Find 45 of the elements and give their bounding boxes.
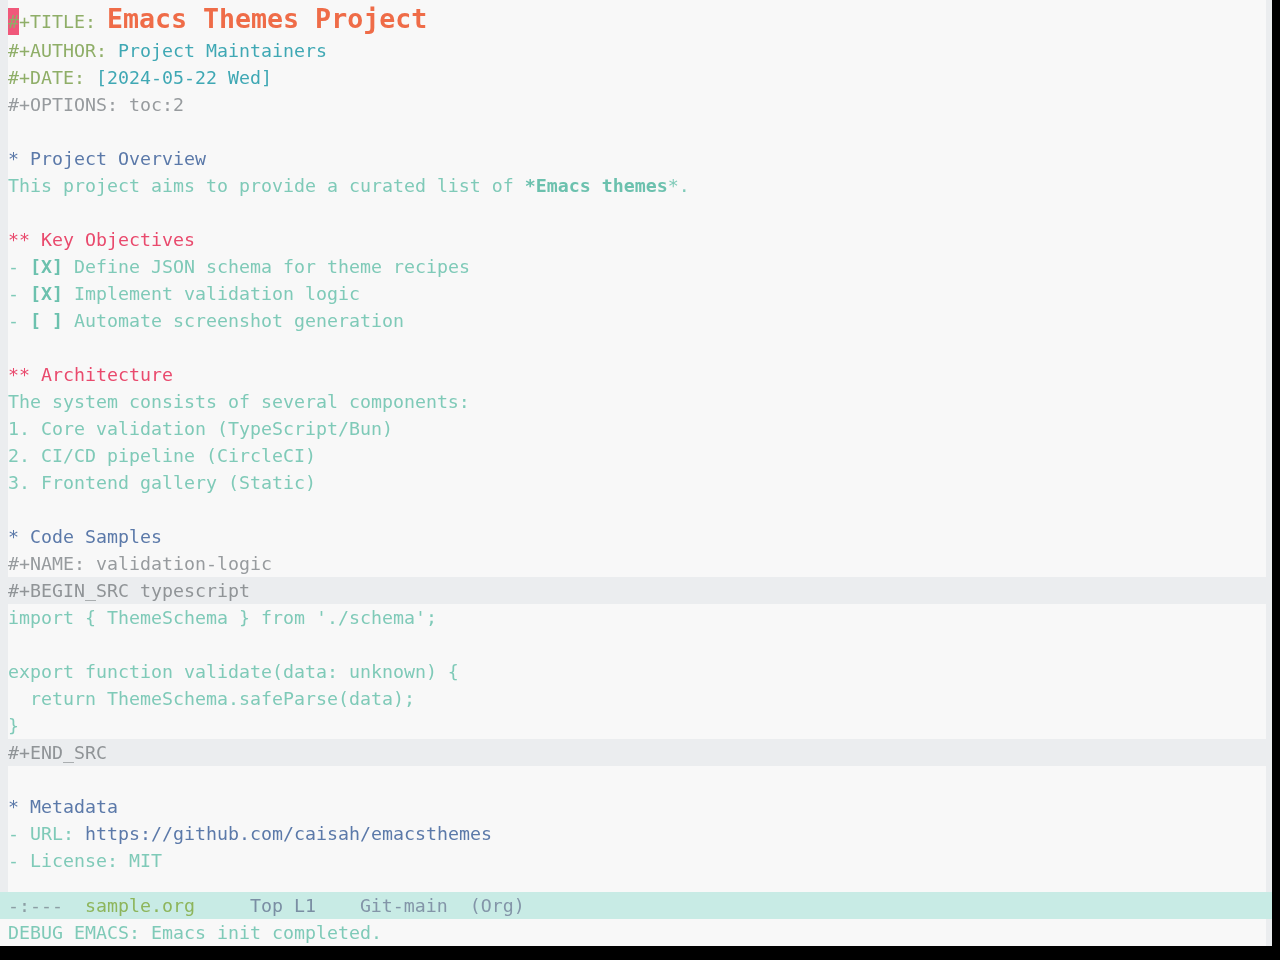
code-text: import { ThemeSchema } from './schema'; export function validate(data: unknown) { return ThemeSchema.safeParse(data); } bbox=[8, 607, 459, 736]
list-bullet: - bbox=[8, 850, 19, 871]
paragraph-text: This project aims to provide a curated list of *Emacs themes*. bbox=[8, 175, 690, 196]
block-delimiter: #+BEGIN_SRC typescript bbox=[8, 580, 250, 601]
heading: * Metadata bbox=[8, 796, 118, 817]
keyword-label: #+AUTHOR: bbox=[8, 39, 107, 63]
list-item-text: Core validation (TypeScript/Bun) bbox=[41, 418, 393, 439]
keyword-label: #+OPTIONS: bbox=[8, 93, 118, 117]
list-bullet: - bbox=[8, 256, 19, 277]
heading: ** Key Objectives bbox=[8, 229, 195, 250]
field-label: URL: bbox=[30, 823, 74, 844]
list-item-text: CI/CD pipeline (CircleCI) bbox=[41, 445, 316, 466]
keyword-value: Project Maintainers bbox=[118, 40, 327, 61]
heading: ** Architecture bbox=[8, 364, 173, 385]
list-item-text: Frontend gallery (Static) bbox=[41, 472, 316, 493]
meta-line: #+NAME: validation-logic bbox=[8, 553, 272, 574]
block-delimiter: #+END_SRC bbox=[8, 742, 107, 763]
list-bullet: - bbox=[8, 310, 19, 331]
check-marker: [ ] bbox=[30, 310, 63, 331]
list-bullet: - bbox=[8, 823, 19, 844]
list-item-text: Define JSON schema for theme recipes bbox=[74, 256, 470, 277]
list-item-text: Implement validation logic bbox=[74, 283, 360, 304]
git-branch: Git-main bbox=[359, 895, 448, 916]
keyword-value: toc:2 bbox=[128, 94, 184, 115]
heading: * Project Overview bbox=[8, 148, 206, 169]
heading: * Code Samples bbox=[8, 526, 162, 547]
modified-status: -:--- bbox=[8, 895, 63, 916]
keyword-value: [2024-05-22 Wed] bbox=[96, 67, 272, 88]
list-item-text: License: MIT bbox=[30, 850, 162, 871]
window-fringe bbox=[1266, 919, 1272, 946]
list-number: 1. bbox=[8, 418, 30, 439]
list-number: 3. bbox=[8, 472, 30, 493]
check-marker: [X] bbox=[30, 256, 63, 277]
check-marker: [X] bbox=[30, 283, 63, 304]
document-title: Emacs Themes Project bbox=[107, 3, 428, 34]
paragraph-text: The system consists of several components: bbox=[8, 391, 470, 412]
buffer-name: sample.org bbox=[84, 895, 195, 916]
list-item-text: Automate screenshot generation bbox=[74, 310, 404, 331]
cursor-position: Top L1 bbox=[249, 895, 316, 916]
echo-message: DEBUG EMACS: Emacs init completed. bbox=[8, 922, 382, 943]
url-link[interactable]: https://github.com/caisah/emacsthemes bbox=[85, 823, 492, 844]
list-number: 2. bbox=[8, 445, 30, 466]
major-mode: (Org) bbox=[469, 895, 525, 916]
keyword-label: #+DATE: bbox=[8, 66, 85, 90]
list-bullet: - bbox=[8, 283, 19, 304]
